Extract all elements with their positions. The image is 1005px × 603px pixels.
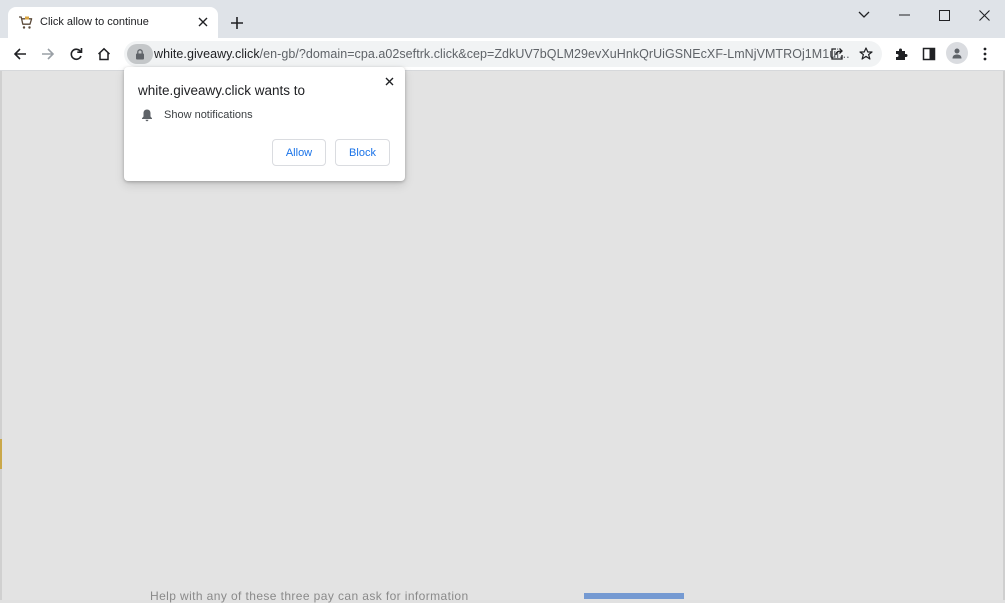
- prompt-title: white.giveawy.click wants to: [138, 83, 306, 98]
- share-icon: [831, 48, 843, 60]
- menu-button[interactable]: [973, 42, 997, 66]
- address-bar[interactable]: white.giveawy.click/en-gb/?domain=cpa.a0…: [124, 41, 882, 67]
- shopping-cart-icon: [19, 16, 33, 29]
- close-icon: [978, 9, 990, 21]
- url-path: /en-gb/?domain=cpa.a02seftrk.click&cep=Z…: [259, 47, 850, 61]
- reload-button[interactable]: [64, 42, 88, 66]
- profile-button[interactable]: [946, 42, 968, 64]
- url-text[interactable]: white.giveawy.click/en-gb/?domain=cpa.a0…: [154, 47, 850, 61]
- arrow-left-icon: [13, 48, 26, 60]
- tab-close-button[interactable]: [194, 13, 212, 31]
- reload-icon: [70, 48, 83, 60]
- back-button[interactable]: [8, 42, 32, 66]
- puzzle-icon: [896, 48, 908, 60]
- share-button[interactable]: [826, 43, 848, 65]
- site-info-button[interactable]: [127, 44, 153, 64]
- close-icon: [198, 17, 208, 27]
- arrow-right-icon: [42, 48, 55, 60]
- chevron-down-icon: [858, 11, 870, 18]
- minimize-button[interactable]: [889, 4, 919, 26]
- page-edge: [0, 71, 2, 600]
- browser-window: Click allow to continue white.giveawy.cl…: [0, 0, 1005, 603]
- new-tab-button[interactable]: [227, 13, 247, 33]
- minimize-icon: [898, 14, 910, 16]
- tab-search-button[interactable]: [849, 4, 879, 26]
- page-bottom-link[interactable]: [584, 593, 684, 599]
- bookmark-button[interactable]: [855, 43, 877, 65]
- lock-icon: [136, 48, 144, 59]
- window-close-button[interactable]: [969, 4, 999, 26]
- tab-title: Click allow to continue: [40, 16, 149, 28]
- page-bottom-text: Help with any of these three pay can ask…: [150, 589, 469, 603]
- active-tab[interactable]: Click allow to continue: [8, 7, 218, 38]
- extensions-button[interactable]: [889, 42, 913, 66]
- page-accent-strip: [0, 439, 2, 469]
- maximize-icon: [938, 9, 950, 21]
- block-button[interactable]: Block: [335, 139, 390, 166]
- url-host: white.giveawy.click: [154, 47, 260, 61]
- allow-button[interactable]: Allow: [272, 139, 326, 166]
- prompt-close-button[interactable]: [381, 73, 397, 89]
- close-icon: [385, 77, 393, 85]
- side-panel-button[interactable]: [917, 42, 941, 66]
- forward-button[interactable]: [36, 42, 60, 66]
- maximize-button[interactable]: [929, 4, 959, 26]
- bell-icon: [142, 109, 152, 122]
- star-icon: [859, 47, 873, 60]
- tab-strip: Click allow to continue: [0, 0, 1005, 38]
- home-icon: [97, 47, 111, 61]
- permission-label: Show notifications: [164, 109, 253, 121]
- notification-permission-prompt: white.giveawy.click wants to Show notifi…: [124, 67, 405, 181]
- plus-icon: [231, 17, 243, 29]
- home-button[interactable]: [92, 42, 116, 66]
- person-icon: [952, 48, 962, 59]
- side-panel-icon: [922, 47, 936, 61]
- more-vertical-icon: [983, 47, 987, 61]
